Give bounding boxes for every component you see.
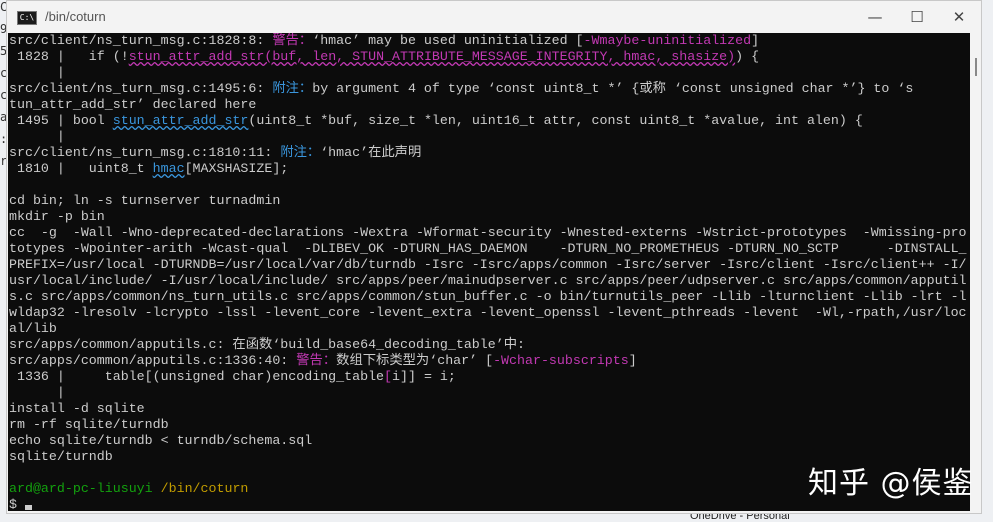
terminal-text: $ (9, 497, 25, 511)
terminal-text: al/lib (9, 321, 57, 336)
terminal-text: hmac (152, 161, 185, 176)
terminal-text: echo sqlite/turndb < turndb/schema.sql (9, 433, 313, 448)
terminal-text: ard@ard-pc-liusuyi (9, 481, 153, 496)
terminal-line: cd bin; ln -s turnserver turnadmin (8, 193, 970, 209)
terminal-output[interactable]: src/client/ns_turn_msg.c:1828:8: 警告：‘hma… (8, 33, 970, 511)
terminal-line: 1336 | table[(unsigned char)encoding_tab… (8, 369, 970, 385)
terminal-text: | (9, 129, 65, 144)
terminal-text: | (9, 65, 65, 80)
terminal-line: src/client/ns_turn_msg.c:1495:6: 附注：by a… (8, 81, 970, 97)
close-button[interactable]: ✕ (939, 5, 979, 29)
terminal-window: C:\ /bin/coturn — ☐ ✕ src/client/ns_turn… (6, 0, 982, 514)
terminal-text: ‘hmac’ may be used uninitialized [ (312, 33, 584, 48)
console-app-icon: C:\ (17, 11, 37, 25)
terminal-line: | (8, 385, 970, 401)
terminal-text: ‘hmac’在此声明 (320, 145, 422, 160)
terminal-text: by argument 4 of type ‘const uint8_t *’ … (312, 81, 914, 96)
terminal-text: wldap32 -lresolv -lcrypto -lssl -levent_… (9, 305, 967, 320)
terminal-text: tun_attr_add_str’ declared here (9, 97, 257, 112)
terminal-text: stun_attr_add_str(buf, len, STUN_ATTRIBU… (128, 49, 736, 64)
scrollbar-thumb[interactable] (975, 58, 977, 76)
terminal-text: ) { (735, 49, 760, 64)
terminal-text: rm -rf sqlite/turndb (9, 417, 169, 432)
terminal-text: mkdir -p bin (9, 209, 105, 224)
terminal-line: install -d sqlite (8, 401, 970, 417)
terminal-line: src/client/ns_turn_msg.c:1810:11: 附注：‘hm… (8, 145, 970, 161)
terminal-text: usr/local/include/ -I/usr/local/include/… (9, 273, 967, 288)
terminal-line: | (8, 129, 970, 145)
terminal-text: src/client/ns_turn_msg.c:1810:11: (9, 145, 281, 160)
terminal-line: src/apps/common/apputils.c:1336:40: 警告：数… (8, 353, 970, 369)
minimize-button[interactable]: — (855, 5, 895, 29)
terminal-line: 1495 | bool stun_attr_add_str(uint8_t *b… (8, 113, 970, 129)
terminal-text: ] (751, 33, 760, 48)
terminal-line: al/lib (8, 321, 970, 337)
terminal-text: 1336 | table[(unsigned char)encoding_tab… (9, 369, 385, 384)
terminal-text: (uint8_t *buf, size_t *len, uint16_t att… (248, 113, 863, 128)
terminal-text: /bin/coturn (160, 481, 249, 496)
terminal-text: s.c src/apps/common/ns_turn_utils.c src/… (9, 289, 967, 304)
terminal-text: install -d sqlite (9, 401, 145, 416)
title-bar[interactable]: C:\ /bin/coturn — ☐ ✕ (7, 1, 981, 33)
terminal-text: src/client/ns_turn_msg.c:1495:6: (9, 81, 273, 96)
terminal-text: src/apps/common/apputils.c:1336:40: (9, 353, 297, 368)
terminal-text: 1495 | bool (9, 113, 113, 128)
terminal-line: usr/local/include/ -I/usr/local/include/… (8, 273, 970, 289)
terminal-text: ] (628, 353, 637, 368)
terminal-text: cc -g -Wall -Wno-deprecated-declarations… (9, 225, 967, 240)
terminal-line: 1810 | uint8_t hmac[MAXSHASIZE]; (8, 161, 970, 177)
terminal-line: cc -g -Wall -Wno-deprecated-declarations… (8, 225, 970, 241)
watermark: 知乎 @侯鉴 (808, 466, 974, 501)
terminal-text: 附注： (280, 145, 321, 160)
terminal-line: rm -rf sqlite/turndb (8, 417, 970, 433)
scrollbar[interactable] (971, 33, 981, 511)
terminal-text: cd bin; ln -s turnserver turnadmin (9, 193, 281, 208)
terminal-text: 1810 | uint8_t (9, 161, 153, 176)
terminal-text: src/client/ns_turn_msg.c:1828:8: (9, 33, 273, 48)
terminal-text: 1828 | if (! (9, 49, 129, 64)
terminal-line: 1828 | if (!stun_attr_add_str(buf, len, … (8, 49, 970, 65)
terminal-line: src/client/ns_turn_msg.c:1828:8: 警告：‘hma… (8, 33, 970, 49)
terminal-line: s.c src/apps/common/ns_turn_utils.c src/… (8, 289, 970, 305)
terminal-text: src/apps/common/apputils.c: 在函数‘build_ba… (9, 337, 525, 352)
terminal-line: | (8, 65, 970, 81)
terminal-text: [ (384, 369, 393, 384)
terminal-text: 数组下标类型为‘char’ [ (336, 353, 494, 368)
terminal-text: -Wmaybe-uninitialized (583, 33, 752, 48)
terminal-text: 警告： (296, 353, 337, 368)
terminal-line: mkdir -p bin (8, 209, 970, 225)
maximize-button[interactable]: ☐ (897, 5, 937, 29)
terminal-text: | (9, 385, 65, 400)
window-title: /bin/coturn (45, 9, 106, 24)
terminal-text: sqlite/turndb (9, 449, 113, 464)
terminal-text: [MAXSHASIZE]; (184, 161, 289, 176)
terminal-line: tun_attr_add_str’ declared here (8, 97, 970, 113)
terminal-line: wldap32 -lresolv -lcrypto -lssl -levent_… (8, 305, 970, 321)
terminal-text: totypes -Wpointer-arith -Wcast-qual -DLI… (9, 241, 967, 256)
terminal-text: PREFIX=/usr/local -DTURNDB=/usr/local/va… (9, 257, 967, 272)
terminal-text: stun_attr_add_str (112, 113, 249, 128)
terminal-cursor (24, 505, 32, 510)
terminal-line: src/apps/common/apputils.c: 在函数‘build_ba… (8, 337, 970, 353)
terminal-line: totypes -Wpointer-arith -Wcast-qual -DLI… (8, 241, 970, 257)
terminal-text: 警告： (272, 33, 313, 48)
terminal-text: i]] = i; (392, 369, 456, 384)
terminal-line: PREFIX=/usr/local -DTURNDB=/usr/local/va… (8, 257, 970, 273)
terminal-line: echo sqlite/turndb < turndb/schema.sql (8, 433, 970, 449)
terminal-text: -Wchar-subscripts (493, 353, 629, 368)
terminal-text: 附注： (272, 81, 313, 96)
